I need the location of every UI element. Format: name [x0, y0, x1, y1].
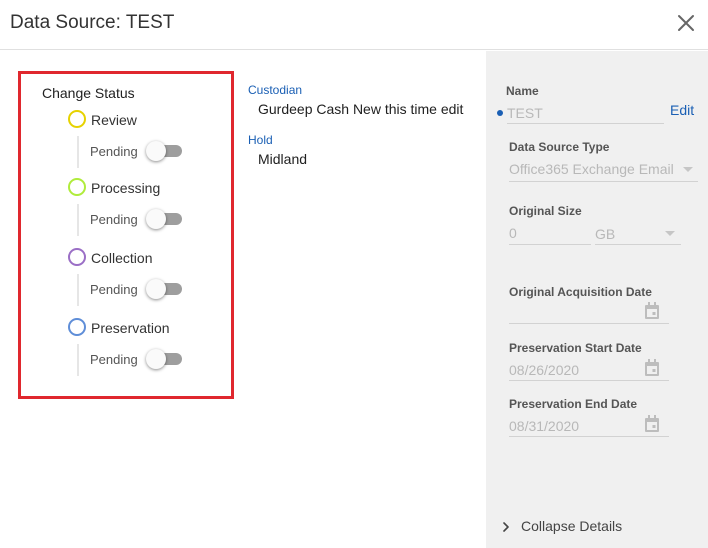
unit-underline [595, 244, 681, 245]
step-connector [77, 344, 79, 376]
preservation-end-input[interactable]: 08/31/2020 [509, 418, 579, 434]
calendar-icon[interactable] [644, 302, 660, 320]
status-step-processing: Processing Pending [21, 178, 231, 246]
toggle-knob [146, 141, 166, 161]
status-step-preservation: Preservation Pending [21, 318, 231, 386]
dialog-header: Data Source: TEST [0, 0, 708, 50]
collection-toggle[interactable] [146, 279, 182, 299]
toggle-knob [146, 349, 166, 369]
processing-toggle[interactable] [146, 209, 182, 229]
step-state: Pending [90, 352, 138, 367]
step-state: Pending [90, 282, 138, 297]
custodian-value: Gurdeep Cash New this time edit [258, 101, 464, 117]
required-dot-icon [497, 110, 503, 116]
collapse-details-label: Collapse Details [521, 518, 623, 534]
status-circle-icon [68, 248, 86, 266]
data-source-type-select[interactable]: Office365 Exchange Email [509, 161, 674, 177]
size-unit-select[interactable]: GB [595, 226, 615, 242]
preservation-toggle[interactable] [146, 349, 182, 369]
status-circle-icon [68, 178, 86, 196]
edit-name-link[interactable]: Edit [670, 102, 694, 118]
chevron-down-icon [665, 231, 675, 236]
toggle-knob [146, 209, 166, 229]
collapse-details-button[interactable]: Collapse Details [500, 518, 630, 538]
review-toggle[interactable] [146, 141, 182, 161]
calendar-icon[interactable] [644, 415, 660, 433]
step-connector [77, 136, 79, 168]
status-step-review: Review Pending [21, 110, 231, 178]
dialog-title: Data Source: TEST [10, 12, 175, 33]
calendar-icon[interactable] [644, 359, 660, 377]
status-step-collection: Collection Pending [21, 248, 231, 316]
custodian-label: Custodian [248, 83, 303, 97]
step-name: Preservation [91, 320, 170, 336]
preservation-end-underline [509, 436, 669, 437]
step-state: Pending [90, 212, 138, 227]
preservation-start-input[interactable]: 08/26/2020 [509, 362, 579, 378]
status-circle-icon [68, 318, 86, 336]
preservation-start-label: Preservation Start Date [509, 341, 642, 355]
close-icon[interactable] [676, 13, 696, 33]
acquisition-underline [509, 323, 669, 324]
change-status-panel: Change Status Review Pending Processing … [18, 71, 234, 399]
chevron-down-icon [683, 167, 693, 172]
acquisition-date-label: Original Acquisition Date [509, 285, 652, 299]
step-name: Review [91, 112, 137, 128]
original-size-label: Original Size [509, 204, 582, 218]
hold-label: Hold [248, 133, 273, 147]
preservation-end-label: Preservation End Date [509, 397, 638, 411]
step-name: Processing [91, 180, 161, 196]
name-input[interactable]: TEST [507, 105, 543, 121]
step-state: Pending [90, 144, 138, 159]
size-underline [509, 244, 591, 245]
chevron-right-icon [503, 522, 509, 532]
preservation-start-underline [509, 380, 669, 381]
status-circle-icon [68, 110, 86, 128]
step-connector [77, 274, 79, 306]
name-label: Name [506, 84, 539, 98]
name-underline [507, 123, 664, 124]
toggle-knob [146, 279, 166, 299]
hold-value: Midland [258, 151, 308, 167]
details-panel: Name TEST Edit Data Source Type Office36… [486, 51, 708, 548]
step-name: Collection [91, 250, 153, 266]
step-connector [77, 204, 79, 236]
data-source-type-label: Data Source Type [509, 140, 610, 154]
change-status-heading: Change Status [42, 85, 135, 101]
original-size-input[interactable]: 0 [509, 225, 517, 241]
type-underline [509, 181, 698, 182]
